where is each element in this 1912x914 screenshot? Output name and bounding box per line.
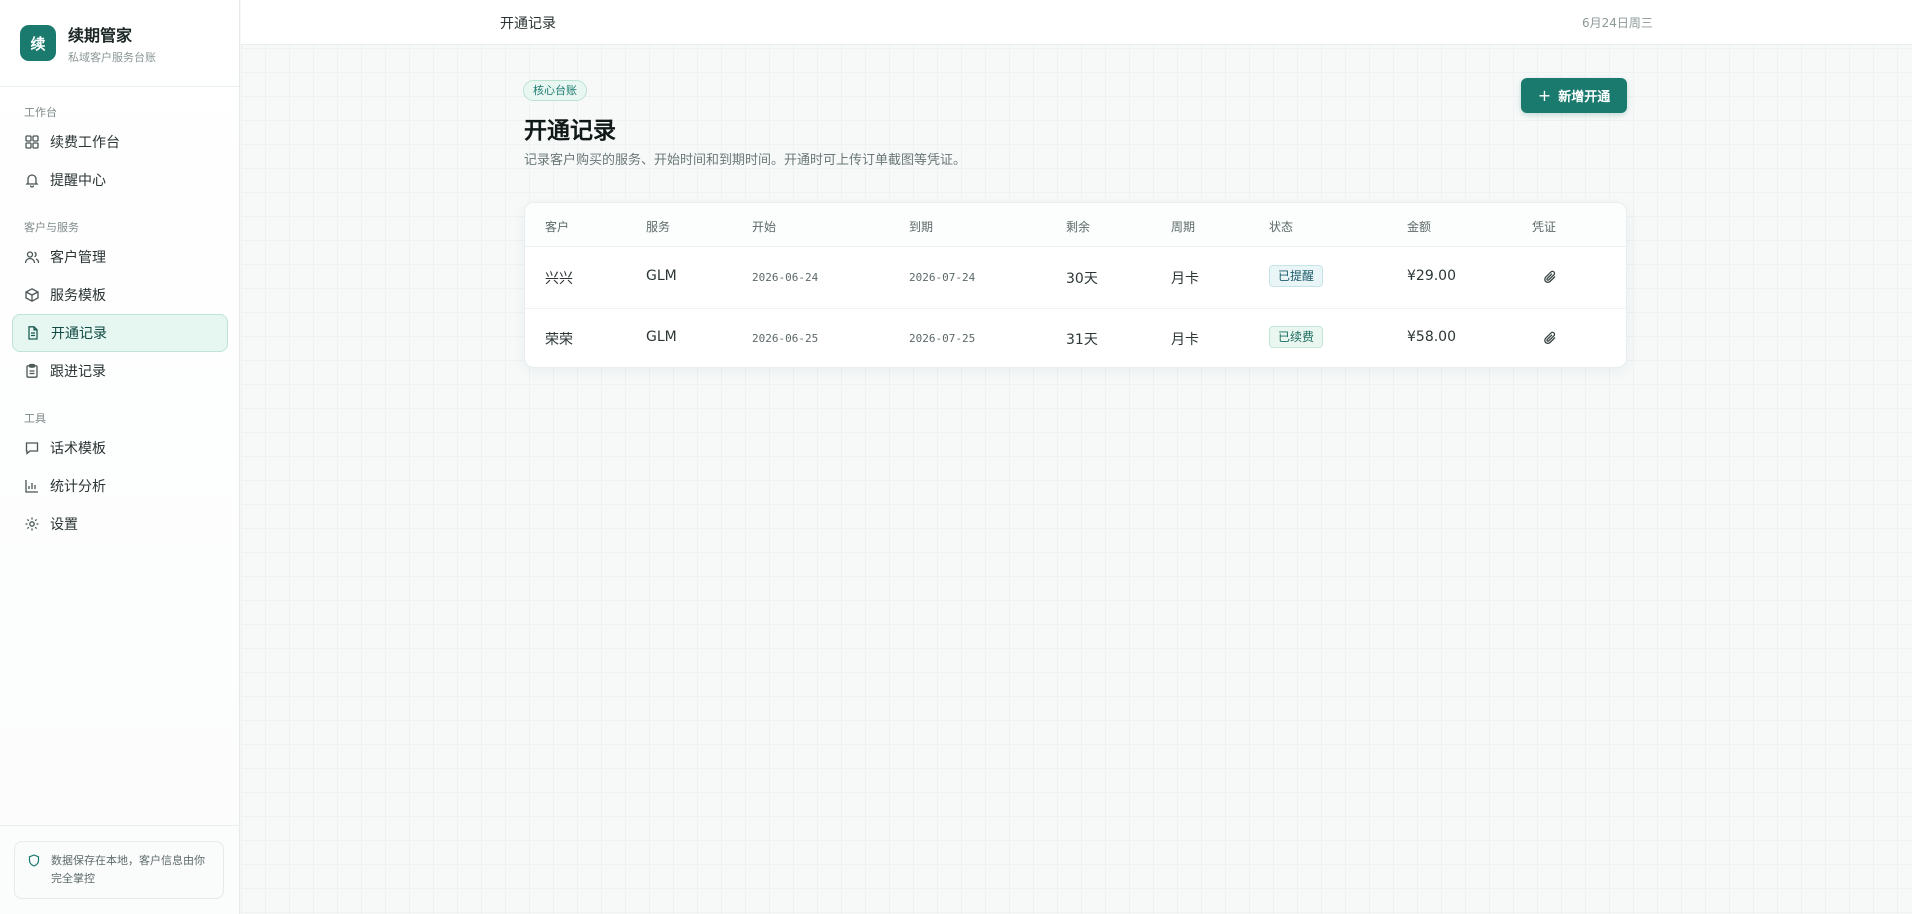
grid-icon	[24, 134, 40, 150]
clipboard-icon	[24, 363, 40, 379]
column-header-voucher: 凭证	[1532, 220, 1557, 234]
page-description: 记录客户购买的服务、开始时间和到期时间。开通时可上传订单截图等凭证。	[524, 153, 967, 168]
plus-icon: +	[1537, 86, 1552, 105]
add-activation-button[interactable]: + 新增开通	[1521, 78, 1627, 113]
sidebar-item-followups[interactable]: 跟进记录	[12, 352, 228, 390]
sidebar-item-label: 开通记录	[51, 326, 107, 342]
paperclip-icon[interactable]	[1542, 269, 1558, 289]
cell-customer: 兴兴	[545, 271, 573, 287]
column-header-cycle: 周期	[1171, 220, 1196, 234]
table-header: 客户 服务 开始 到期 剩余 周期 状态 金额 凭证	[525, 203, 1626, 247]
column-header-end: 到期	[909, 220, 934, 234]
shield-icon	[28, 854, 40, 873]
column-header-start: 开始	[752, 220, 777, 234]
sidebar-item-label: 客户管理	[50, 250, 106, 266]
sidebar-item-label: 统计分析	[50, 479, 106, 495]
sidebar-item-label: 服务模板	[50, 288, 106, 304]
sidebar-divider	[0, 825, 240, 826]
nav-section-customers: 客户与服务	[24, 221, 79, 234]
column-header-status: 状态	[1269, 220, 1294, 234]
sidebar-item-service-templates[interactable]: 服务模板	[12, 276, 228, 314]
cell-cycle: 月卡	[1171, 332, 1199, 348]
brand: 续 续期管家 私域客户服务台账	[0, 0, 239, 87]
topbar-date: 6月24日周三	[1582, 16, 1653, 30]
page-title: 开通记录	[524, 117, 616, 144]
nav-section-workbench: 工作台	[24, 106, 57, 119]
cell-start: 2026-06-24	[752, 271, 819, 284]
users-icon	[24, 249, 40, 265]
cell-remaining: 31天	[1066, 332, 1098, 348]
sidebar: 续 续期管家 私域客户服务台账 工作台 续费工作台 提醒中心 客户与服务 客户管…	[0, 0, 240, 914]
paperclip-icon[interactable]	[1542, 330, 1558, 350]
column-header-service: 服务	[646, 220, 671, 234]
cell-end: 2026-07-25	[909, 332, 976, 345]
brand-subtitle: 私域客户服务台账	[68, 50, 156, 64]
cell-amount: ¥58.00	[1407, 329, 1456, 345]
section-badge: 核心台账	[523, 80, 587, 101]
brand-name: 续期管家	[68, 25, 133, 45]
document-icon	[25, 325, 41, 341]
topbar-title: 开通记录	[500, 16, 556, 32]
sidebar-item-label: 设置	[50, 517, 78, 533]
status-badge: 已续费	[1269, 326, 1324, 348]
cell-service: GLM	[646, 329, 677, 345]
add-activation-button-label: 新增开通	[1558, 90, 1611, 105]
sidebar-item-analytics[interactable]: 统计分析	[12, 467, 228, 505]
nav-section-tools: 工具	[24, 412, 46, 425]
records-table: 客户 服务 开始 到期 剩余 周期 状态 金额 凭证 兴兴 GLM 2026-0…	[524, 202, 1627, 368]
privacy-note-text: 数据保存在本地，客户信息由你完全掌控	[51, 854, 205, 885]
sidebar-item-reminders[interactable]: 提醒中心	[12, 161, 228, 199]
bar-chart-icon	[24, 478, 40, 494]
cell-end: 2026-07-24	[909, 271, 976, 284]
privacy-note: 数据保存在本地，客户信息由你完全掌控	[14, 841, 224, 899]
topbar: 开通记录 6月24日周三	[241, 0, 1912, 45]
cell-cycle: 月卡	[1171, 271, 1199, 287]
column-header-customer: 客户	[545, 220, 570, 234]
cell-customer: 荣荣	[545, 332, 573, 348]
cell-service: GLM	[646, 268, 677, 284]
main-content: 开通记录 6月24日周三 核心台账 开通记录 记录客户购买的服务、开始时间和到期…	[241, 0, 1912, 914]
column-header-amount: 金额	[1407, 220, 1432, 234]
cell-start: 2026-06-25	[752, 332, 819, 345]
gear-icon	[24, 516, 40, 532]
sidebar-item-renewal-workbench[interactable]: 续费工作台	[12, 123, 228, 161]
table-row[interactable]: 兴兴 GLM 2026-06-24 2026-07-24 30天 月卡 已提醒 …	[525, 247, 1626, 308]
chat-icon	[24, 440, 40, 456]
sidebar-item-customers[interactable]: 客户管理	[12, 238, 228, 276]
sidebar-item-label: 话术模板	[50, 441, 106, 457]
cell-amount: ¥29.00	[1407, 268, 1456, 284]
sidebar-item-label: 续费工作台	[50, 135, 120, 151]
sidebar-item-settings[interactable]: 设置	[12, 505, 228, 543]
sidebar-item-label: 跟进记录	[50, 364, 106, 380]
box-icon	[24, 287, 40, 303]
column-header-remaining: 剩余	[1066, 220, 1091, 234]
status-badge: 已提醒	[1269, 265, 1324, 287]
sidebar-item-scripts[interactable]: 话术模板	[12, 429, 228, 467]
bell-icon	[24, 172, 40, 188]
sidebar-item-activation-records[interactable]: 开通记录	[12, 314, 228, 352]
brand-logo: 续	[20, 25, 56, 61]
cell-remaining: 30天	[1066, 271, 1098, 287]
sidebar-item-label: 提醒中心	[50, 173, 106, 189]
table-row[interactable]: 荣荣 GLM 2026-06-25 2026-07-25 31天 月卡 已续费 …	[525, 308, 1626, 367]
